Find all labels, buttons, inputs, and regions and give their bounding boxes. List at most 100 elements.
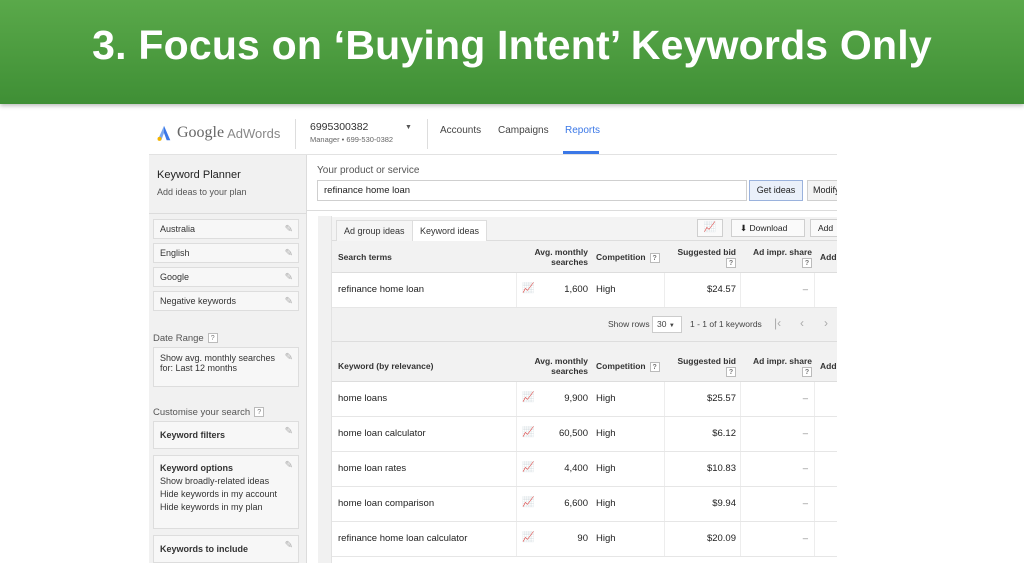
header-divider (295, 119, 296, 149)
avg-monthly-searches: 1,600 (564, 284, 588, 295)
col-keyword-relevance[interactable]: Keyword (by relevance) (338, 361, 433, 371)
ad-impr-share-value: – (802, 533, 808, 544)
date-range-label: Date Range? (153, 333, 218, 344)
prev-page-icon[interactable]: ‹ (800, 316, 804, 330)
cell-divider (740, 452, 741, 486)
col-suggested-bid[interactable]: Suggested bid ? (672, 356, 736, 377)
competition-value: High (596, 533, 616, 544)
targeting-negative-keywords[interactable]: Negative keywords ✎ (153, 291, 299, 311)
cell-divider (664, 522, 665, 556)
col-ad-impr-label: Ad impr. share (752, 247, 812, 257)
table-row[interactable]: home loan rates 📈 4,400 High $10.83 – (332, 452, 837, 487)
table-row[interactable]: home loan calculator 📈 60,500 High $6.12… (332, 417, 837, 452)
col-avg-searches-line1: Avg. monthly (534, 356, 588, 366)
col-search-terms[interactable]: Search terms (338, 252, 392, 262)
keyword-text: refinance home loan (338, 284, 425, 295)
modify-search-button[interactable]: Modify (807, 180, 837, 201)
caret-down-icon[interactable]: ▼ (405, 124, 412, 131)
targeting-location[interactable]: Australia ✎ (153, 219, 299, 239)
table-row[interactable]: refinance home loan calculator 📈 90 High… (332, 522, 837, 557)
ad-impr-share-value: – (802, 428, 808, 439)
nav-campaigns[interactable]: Campaigns (498, 125, 549, 136)
col-add[interactable]: Add (820, 361, 837, 371)
col-competition[interactable]: Competition? (596, 361, 660, 372)
pencil-icon[interactable]: ✎ (285, 540, 293, 551)
table-row[interactable]: refinance home loan 📈 1,600 High $24.57 … (332, 273, 837, 308)
adwords-screenshot: Google AdWords 6995300382 Manager • 699-… (149, 113, 837, 563)
help-icon[interactable]: ? (649, 252, 660, 263)
cell-divider (814, 522, 815, 556)
product-search-input[interactable]: refinance home loan (317, 180, 747, 201)
help-icon[interactable]: ? (802, 366, 812, 377)
active-nav-indicator (563, 151, 599, 154)
pencil-icon[interactable]: ✎ (285, 248, 293, 259)
next-page-icon[interactable]: › (824, 316, 828, 330)
date-range-label-text: Date Range (153, 333, 204, 344)
chart-icon[interactable]: 📈 (697, 219, 723, 237)
keyword-options-box[interactable]: Keyword options Show broadly-related ide… (153, 455, 299, 529)
add-all-button[interactable]: Add (810, 219, 837, 237)
account-selector[interactable]: 6995300382 Manager • 699-530-0382 (310, 121, 393, 144)
keyword-filters-box[interactable]: Keyword filters ✎ (153, 421, 299, 449)
help-icon[interactable]: ? (254, 407, 265, 418)
customise-label: Customise your search? (153, 407, 265, 418)
pencil-icon[interactable]: ✎ (285, 352, 293, 363)
table-row[interactable]: home loan comparison 📈 6,600 High $9.94 … (332, 487, 837, 522)
help-icon[interactable]: ? (802, 257, 812, 268)
caret-down-icon: ▼ (668, 323, 675, 329)
table-row[interactable]: home loans 📈 9,900 High $25.57 – (332, 382, 837, 417)
pencil-icon[interactable]: ✎ (285, 224, 293, 235)
targeting-language[interactable]: English ✎ (153, 243, 299, 263)
cell-divider (516, 452, 517, 486)
cell-divider (664, 273, 665, 307)
cell-divider (664, 417, 665, 451)
top-bar: Google AdWords 6995300382 Manager • 699-… (149, 113, 837, 155)
slide-banner: 3. Focus on ‘Buying Intent’ Keywords Onl… (0, 0, 1024, 104)
cell-divider (664, 487, 665, 521)
account-id: 6995300382 (310, 121, 369, 133)
col-add[interactable]: Add (820, 252, 837, 262)
help-icon[interactable]: ? (726, 366, 736, 377)
col-suggested-bid[interactable]: Suggested bid ? (672, 247, 736, 268)
keyword-text: home loan calculator (338, 428, 426, 439)
pencil-icon[interactable]: ✎ (285, 460, 293, 471)
col-avg-searches[interactable]: Avg. monthly searches (528, 247, 588, 267)
pencil-icon[interactable]: ✎ (285, 296, 293, 307)
help-icon[interactable]: ? (207, 333, 218, 344)
pagination-bar: Show rows 30 ▼ 1 - 1 of 1 keywords |‹ ‹ … (332, 308, 837, 342)
cell-divider (516, 273, 517, 307)
keywords-to-include-box[interactable]: Keywords to include ✎ (153, 535, 299, 563)
help-icon[interactable]: ? (726, 257, 736, 268)
help-icon[interactable]: ? (649, 361, 660, 372)
col-competition[interactable]: Competition? (596, 252, 660, 263)
nav-accounts[interactable]: Accounts (440, 125, 481, 136)
cell-divider (740, 487, 741, 521)
nav-reports[interactable]: Reports (565, 125, 600, 136)
pencil-icon[interactable]: ✎ (285, 272, 293, 283)
get-ideas-button[interactable]: Get ideas (749, 180, 803, 201)
keyword-option: Hide keywords in my plan (160, 502, 263, 512)
ad-impr-share-value: – (802, 393, 808, 404)
rows-per-page-select[interactable]: 30 ▼ (652, 316, 682, 333)
pencil-icon[interactable]: ✎ (285, 426, 293, 437)
cell-divider (740, 522, 741, 556)
keyword-text: refinance home loan calculator (338, 533, 468, 544)
slide-title: 3. Focus on ‘Buying Intent’ Keywords Onl… (92, 22, 932, 68)
col-avg-searches[interactable]: Avg. monthly searches (528, 356, 588, 376)
competition-value: High (596, 428, 616, 439)
download-button[interactable]: ⬇ Download (731, 219, 805, 237)
keyword-filters-label: Keyword filters (160, 430, 226, 440)
tab-keyword-ideas[interactable]: Keyword ideas (412, 220, 488, 242)
adwords-logo[interactable]: Google AdWords (155, 122, 280, 144)
date-range-box[interactable]: Show avg. monthly searches for: Last 12 … (153, 347, 299, 387)
tab-ad-group-ideas[interactable]: Ad group ideas (336, 220, 413, 241)
keyword-text: home loan comparison (338, 498, 435, 509)
col-ad-impr-share[interactable]: Ad impr. share ? (746, 356, 812, 377)
competition-value: High (596, 393, 616, 404)
suggested-bid-value: $25.57 (706, 393, 736, 404)
col-ad-impr-share[interactable]: Ad impr. share ? (746, 247, 812, 268)
first-page-icon[interactable]: |‹ (774, 316, 781, 330)
cell-divider (516, 487, 517, 521)
cell-divider (814, 452, 815, 486)
targeting-network[interactable]: Google ✎ (153, 267, 299, 287)
